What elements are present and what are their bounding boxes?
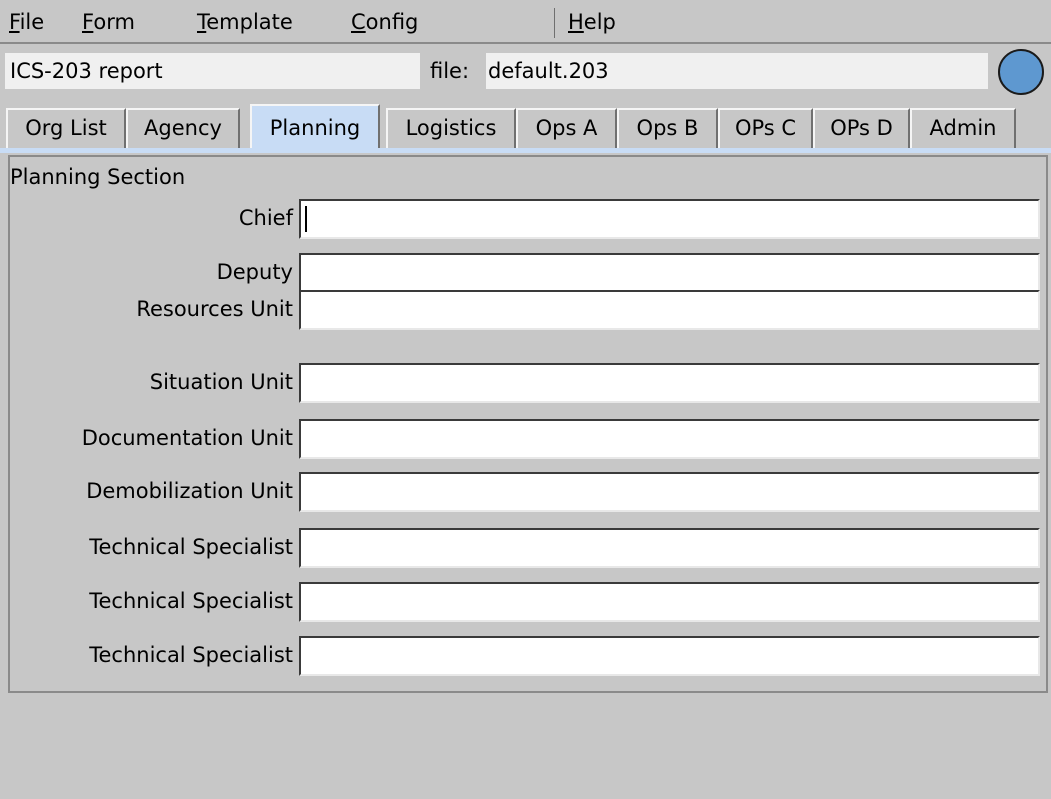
demobilization-unit-input[interactable] — [299, 472, 1040, 512]
tab-underline — [0, 148, 1051, 153]
tab-ops-d[interactable]: OPs D — [813, 108, 910, 148]
technical-specialist-3-input[interactable] — [299, 636, 1040, 676]
documentation-unit-input[interactable] — [299, 419, 1040, 459]
label-deputy: Deputy — [216, 260, 293, 284]
tab-org-list[interactable]: Org List — [6, 108, 126, 148]
menu-separator — [554, 8, 555, 38]
report-title: ICS-203 report — [5, 53, 420, 89]
menu-form[interactable]: Form — [82, 8, 135, 36]
situation-unit-input[interactable] — [299, 363, 1040, 403]
section-title: Planning Section — [10, 165, 186, 189]
tab-ops-a[interactable]: Ops A — [516, 108, 617, 148]
tab-logistics[interactable]: Logistics — [386, 108, 516, 148]
tab-planning[interactable]: Planning — [250, 104, 380, 152]
label-situation-unit: Situation Unit — [149, 370, 293, 394]
label-documentation-unit: Documentation Unit — [81, 426, 293, 450]
menu-help[interactable]: Help — [568, 8, 616, 36]
file-name: default.203 — [486, 53, 988, 89]
menu-bar: File Form Template Config Help — [0, 0, 1051, 44]
technical-specialist-2-input[interactable] — [299, 582, 1040, 622]
label-technical-specialist-2: Technical Specialist — [89, 589, 293, 613]
label-chief: Chief — [238, 206, 293, 230]
menu-config[interactable]: Config — [351, 8, 418, 36]
resources-unit-input[interactable] — [299, 290, 1040, 330]
text-cursor — [305, 206, 307, 232]
tab-ops-b[interactable]: Ops B — [617, 108, 718, 148]
chief-input[interactable] — [299, 199, 1040, 239]
tab-bar: Org List Agency Planning Logistics Ops A… — [0, 104, 1051, 152]
tab-agency[interactable]: Agency — [126, 108, 240, 148]
label-technical-specialist-1: Technical Specialist — [89, 535, 293, 559]
menu-template[interactable]: Template — [197, 8, 293, 36]
tab-ops-c[interactable]: OPs C — [718, 108, 813, 148]
deputy-input[interactable] — [299, 253, 1040, 293]
technical-specialist-1-input[interactable] — [299, 528, 1040, 568]
header-row: ICS-203 report file: default.203 — [0, 46, 1051, 100]
label-technical-specialist-3: Technical Specialist — [89, 643, 293, 667]
label-demobilization-unit: Demobilization Unit — [86, 479, 293, 503]
status-indicator-icon[interactable] — [998, 49, 1044, 95]
menu-file[interactable]: File — [9, 8, 44, 36]
label-resources-unit: Resources Unit — [136, 297, 293, 321]
tab-admin[interactable]: Admin — [910, 108, 1016, 148]
file-label: file: — [430, 59, 470, 83]
